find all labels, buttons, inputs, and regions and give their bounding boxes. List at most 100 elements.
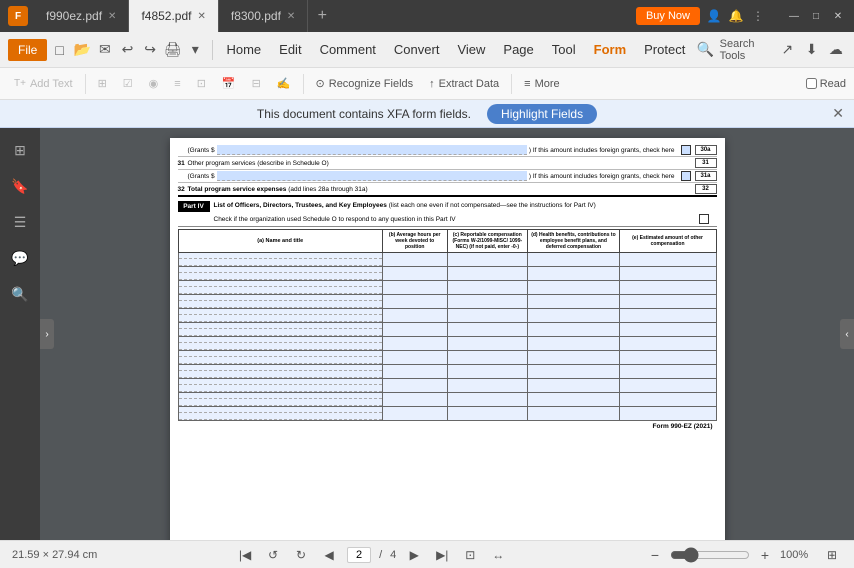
toolbar-icon2[interactable]: ☑ — [117, 74, 139, 93]
officer-hours-1[interactable] — [382, 253, 447, 267]
print-icon[interactable]: 🖨 — [162, 38, 183, 62]
tab-f4852[interactable]: f4852.pdf ✕ — [129, 0, 218, 32]
officer-health-7[interactable] — [528, 337, 619, 351]
new-file-icon[interactable]: □ — [49, 38, 70, 62]
officer-comp-4[interactable] — [447, 295, 528, 309]
officer-other-11[interactable] — [619, 393, 716, 407]
officer-other-12[interactable] — [619, 407, 716, 421]
officer-other-1[interactable] — [619, 253, 716, 267]
officer-comp-7[interactable] — [447, 337, 528, 351]
toolbar-icon4[interactable]: ≡ — [168, 75, 186, 93]
close-button[interactable]: ✕ — [830, 8, 846, 24]
menu-tool[interactable]: Tool — [544, 38, 584, 61]
redo-icon[interactable]: ↪ — [140, 38, 161, 62]
search-tools-icon[interactable]: 🔍 — [695, 38, 715, 62]
open-file-icon[interactable]: 📂 — [72, 38, 93, 62]
last-page-button[interactable]: ▶| — [432, 545, 452, 565]
tab-close-f990ez[interactable]: ✕ — [108, 11, 116, 22]
maximize-button[interactable]: □ — [808, 8, 824, 24]
toolbar-icon7[interactable]: ⊟ — [246, 74, 267, 93]
officer-comp-11[interactable] — [447, 393, 528, 407]
officer-name-2[interactable] — [178, 267, 382, 281]
file-menu[interactable]: File — [8, 39, 47, 61]
menu-form[interactable]: Form — [586, 38, 635, 61]
officer-other-10[interactable] — [619, 379, 716, 393]
prev-page-button[interactable]: ◀ — [319, 545, 339, 565]
officer-hours-6[interactable] — [382, 323, 447, 337]
officer-hours-4[interactable] — [382, 295, 447, 309]
email-icon[interactable]: ✉ — [95, 38, 116, 62]
officer-comp-3[interactable] — [447, 281, 528, 295]
officer-comp-1[interactable] — [447, 253, 528, 267]
fit-page-button[interactable]: ⊡ — [460, 545, 480, 565]
officer-health-8[interactable] — [528, 351, 619, 365]
officer-other-2[interactable] — [619, 267, 716, 281]
officer-name-11[interactable] — [178, 393, 382, 407]
officer-comp-10[interactable] — [447, 379, 528, 393]
page-number-input[interactable] — [347, 547, 371, 563]
officer-health-4[interactable] — [528, 295, 619, 309]
officer-comp-6[interactable] — [447, 323, 528, 337]
new-tab-button[interactable]: + — [308, 2, 336, 30]
panel-bookmarks-icon[interactable]: 🔖 — [6, 172, 34, 200]
menu-view[interactable]: View — [449, 38, 493, 61]
officer-name-6[interactable] — [178, 323, 382, 337]
menu-convert[interactable]: Convert — [386, 38, 448, 61]
officer-health-3[interactable] — [528, 281, 619, 295]
add-text-button[interactable]: T+ Add Text — [8, 75, 79, 93]
officer-hours-7[interactable] — [382, 337, 447, 351]
dropdown-icon[interactable]: ▾ — [185, 38, 206, 62]
officer-name-9[interactable] — [178, 365, 382, 379]
cloud-icon[interactable]: ☁ — [826, 38, 846, 62]
panel-search-icon[interactable]: 🔍 — [6, 280, 34, 308]
officer-name-4[interactable] — [178, 295, 382, 309]
more-button[interactable]: ≡ More — [518, 75, 565, 93]
menu-dots-icon[interactable]: ⋮ — [750, 8, 766, 24]
officer-hours-3[interactable] — [382, 281, 447, 295]
highlight-fields-button[interactable]: Highlight Fields — [487, 104, 597, 124]
download-icon[interactable]: ⬇ — [801, 38, 821, 62]
officer-name-12[interactable] — [178, 407, 382, 421]
officer-hours-2[interactable] — [382, 267, 447, 281]
minimize-button[interactable]: — — [786, 8, 802, 24]
tab-f8300[interactable]: f8300.pdf ✕ — [219, 0, 308, 32]
officer-other-9[interactable] — [619, 365, 716, 379]
grants-field-31a[interactable] — [217, 171, 527, 181]
officer-other-8[interactable] — [619, 351, 716, 365]
officer-other-4[interactable] — [619, 295, 716, 309]
officer-health-12[interactable] — [528, 407, 619, 421]
grants-field-30a[interactable] — [217, 145, 527, 155]
toolbar-icon1[interactable]: ⊞ — [92, 74, 113, 93]
view-mode-button[interactable]: ⊞ — [822, 545, 842, 565]
officer-hours-9[interactable] — [382, 365, 447, 379]
officer-other-5[interactable] — [619, 309, 716, 323]
officer-hours-12[interactable] — [382, 407, 447, 421]
grants-check-30a[interactable] — [681, 145, 691, 155]
officer-health-2[interactable] — [528, 267, 619, 281]
menu-comment[interactable]: Comment — [312, 38, 384, 61]
officer-health-10[interactable] — [528, 379, 619, 393]
menu-home[interactable]: Home — [218, 38, 269, 61]
read-checkbox[interactable] — [806, 78, 817, 89]
rotate-right-button[interactable]: ↻ — [291, 545, 311, 565]
notifications-icon[interactable]: 🔔 — [728, 8, 744, 24]
undo-icon[interactable]: ↩ — [117, 38, 138, 62]
buy-now-button[interactable]: Buy Now — [636, 7, 700, 25]
toolbar-icon5[interactable]: ⊡ — [191, 74, 212, 93]
recognize-fields-button[interactable]: ⊙ Recognize Fields — [310, 74, 420, 93]
first-page-button[interactable]: |◀ — [235, 545, 255, 565]
officer-health-5[interactable] — [528, 309, 619, 323]
officer-other-6[interactable] — [619, 323, 716, 337]
xfa-close-button[interactable]: ✕ — [832, 105, 844, 122]
grants-check-31a[interactable] — [681, 171, 691, 181]
officer-comp-8[interactable] — [447, 351, 528, 365]
panel-comments-icon[interactable]: 💬 — [6, 244, 34, 272]
officer-hours-10[interactable] — [382, 379, 447, 393]
officer-comp-2[interactable] — [447, 267, 528, 281]
tab-close-f8300[interactable]: ✕ — [287, 11, 295, 22]
extract-data-button[interactable]: ↑ Extract Data — [423, 75, 505, 93]
officer-hours-11[interactable] — [382, 393, 447, 407]
officer-other-7[interactable] — [619, 337, 716, 351]
officer-health-1[interactable] — [528, 253, 619, 267]
panel-layers-icon[interactable]: ☰ — [6, 208, 34, 236]
